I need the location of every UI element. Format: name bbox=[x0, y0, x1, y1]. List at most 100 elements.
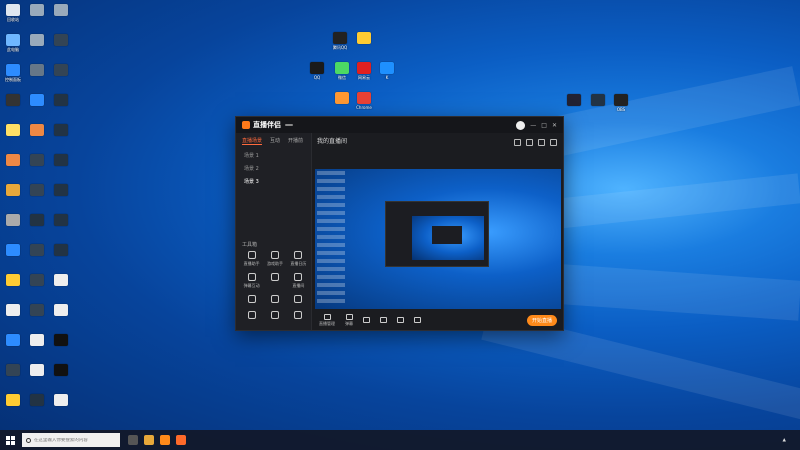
toolbox-item[interactable]: 直播助手 bbox=[240, 251, 263, 267]
live-companion-window[interactable]: 直播伴侣 — □ ✕ 直播场景 互动 开播前 场景 1 场景 2 场景 3 工具… bbox=[235, 116, 564, 331]
desktop-icon[interactable] bbox=[25, 244, 49, 257]
desktop-icon[interactable] bbox=[330, 92, 354, 105]
stream-preview[interactable] bbox=[315, 169, 561, 309]
desktop-icon[interactable]: 回收站 bbox=[1, 4, 25, 22]
start-button[interactable] bbox=[0, 430, 20, 450]
toolbox-item[interactable] bbox=[263, 311, 286, 321]
network-icon[interactable]: ▲ bbox=[783, 438, 786, 443]
scene-item[interactable]: 场景 1 bbox=[236, 149, 311, 162]
start-live-button[interactable]: 开始直播 bbox=[526, 314, 557, 326]
settings-icon[interactable] bbox=[514, 139, 521, 146]
minimize-button[interactable]: — bbox=[530, 122, 536, 129]
desktop-icon[interactable] bbox=[25, 364, 49, 377]
taskbar-search[interactable] bbox=[22, 433, 120, 447]
search-input[interactable] bbox=[33, 437, 120, 443]
toolbox-item[interactable] bbox=[287, 295, 310, 305]
desktop-icon[interactable] bbox=[562, 94, 586, 107]
toolbox-item[interactable] bbox=[240, 311, 263, 321]
desktop-icon[interactable] bbox=[586, 94, 610, 107]
desktop-icon[interactable] bbox=[49, 334, 73, 347]
desktop-icon[interactable] bbox=[1, 154, 25, 167]
desktop-icon[interactable] bbox=[1, 334, 25, 347]
desktop-icon[interactable] bbox=[49, 34, 73, 47]
desktop-icon[interactable]: 网易云 bbox=[352, 62, 376, 80]
toolbox-item[interactable]: 直播间 bbox=[287, 273, 310, 289]
desktop-icon[interactable] bbox=[1, 394, 25, 407]
desktop-icon[interactable] bbox=[1, 274, 25, 287]
toolbox-item[interactable] bbox=[287, 311, 310, 321]
control-bar-item[interactable]: 弹幕 bbox=[345, 313, 353, 327]
desktop-icon[interactable] bbox=[25, 34, 49, 47]
desktop-icon[interactable]: K bbox=[375, 62, 399, 80]
desktop-icon[interactable] bbox=[49, 274, 73, 287]
desktop-icon[interactable] bbox=[49, 94, 73, 107]
desktop-icon[interactable] bbox=[25, 334, 49, 347]
desktop-icon[interactable] bbox=[25, 184, 49, 197]
scene-item-selected[interactable]: 场景 3 bbox=[236, 175, 311, 188]
desktop-icon[interactable]: 控制面板 bbox=[1, 64, 25, 82]
desktop-icon[interactable] bbox=[49, 394, 73, 407]
toolbox-item[interactable]: 直播日历 bbox=[287, 251, 310, 267]
desktop-icon[interactable] bbox=[49, 4, 73, 17]
desktop-icon[interactable] bbox=[1, 244, 25, 257]
desktop-icon[interactable] bbox=[25, 124, 49, 137]
desktop-icon[interactable] bbox=[49, 214, 73, 227]
scene-item[interactable]: 场景 2 bbox=[236, 162, 311, 175]
desktop-icon[interactable] bbox=[1, 364, 25, 377]
record-icon[interactable] bbox=[538, 139, 545, 146]
desktop-icon[interactable] bbox=[25, 304, 49, 317]
desktop-icon[interactable] bbox=[49, 154, 73, 167]
toolbox-item[interactable] bbox=[263, 273, 286, 289]
desktop-icon[interactable] bbox=[1, 124, 25, 137]
desktop-icon-label: Chrome bbox=[356, 105, 372, 110]
live-app-icon[interactable] bbox=[176, 435, 186, 445]
explorer-icon[interactable] bbox=[144, 435, 154, 445]
desktop-icon[interactable] bbox=[25, 214, 49, 227]
preview-nested-preview bbox=[412, 216, 484, 260]
maximize-button[interactable]: □ bbox=[541, 122, 547, 129]
tab-scenes[interactable]: 直播场景 bbox=[242, 137, 263, 145]
desktop-icon[interactable] bbox=[49, 244, 73, 257]
desktop-icon[interactable]: QQ bbox=[305, 62, 329, 80]
desktop-icon[interactable] bbox=[25, 154, 49, 167]
control-bar-item[interactable] bbox=[397, 316, 404, 324]
desktop-icon[interactable] bbox=[1, 304, 25, 317]
desktop-icon[interactable]: OBS bbox=[609, 94, 633, 112]
desktop-icon[interactable] bbox=[49, 304, 73, 317]
control-bar-item[interactable] bbox=[363, 316, 370, 324]
toolbox-item[interactable] bbox=[263, 295, 286, 305]
desktop-icon[interactable] bbox=[25, 394, 49, 407]
control-bar-item[interactable]: 直播管理 bbox=[319, 313, 335, 327]
desktop-icon[interactable] bbox=[25, 4, 49, 17]
toolbox-item[interactable] bbox=[240, 295, 263, 305]
share-icon[interactable] bbox=[550, 139, 557, 146]
app-icon[interactable] bbox=[160, 435, 170, 445]
tab-interact[interactable]: 互动 bbox=[270, 137, 280, 145]
desktop-icon[interactable]: Chrome bbox=[352, 92, 376, 110]
app-icon bbox=[54, 394, 68, 406]
desktop-icon[interactable] bbox=[49, 124, 73, 137]
desktop-icon[interactable] bbox=[352, 32, 376, 45]
desktop-icon[interactable] bbox=[49, 364, 73, 377]
desktop-icon[interactable] bbox=[49, 184, 73, 197]
control-bar-item[interactable] bbox=[380, 316, 387, 324]
desktop-icon[interactable] bbox=[25, 274, 49, 287]
toolbox-item[interactable]: 游戏助手 bbox=[263, 251, 286, 267]
close-button[interactable]: ✕ bbox=[552, 122, 557, 129]
tool-icon bbox=[247, 295, 256, 303]
app-titlebar[interactable]: 直播伴侣 — □ ✕ bbox=[236, 117, 563, 133]
control-bar-item[interactable] bbox=[414, 316, 421, 324]
desktop-icon[interactable] bbox=[1, 214, 25, 227]
tab-prelive[interactable]: 开播前 bbox=[288, 137, 303, 145]
toolbox-item[interactable]: 弹幕互动 bbox=[240, 273, 263, 289]
desktop-icon[interactable]: 腾讯QQ bbox=[328, 32, 352, 50]
grid-icon[interactable] bbox=[526, 139, 533, 146]
task-view-icon[interactable] bbox=[128, 435, 138, 445]
desktop-icon[interactable] bbox=[1, 94, 25, 107]
desktop-icon[interactable] bbox=[49, 64, 73, 77]
desktop-icon[interactable] bbox=[25, 94, 49, 107]
desktop-icon[interactable] bbox=[25, 64, 49, 77]
user-avatar[interactable] bbox=[516, 120, 526, 130]
desktop-icon[interactable] bbox=[1, 184, 25, 197]
desktop-icon[interactable]: 此电脑 bbox=[1, 34, 25, 52]
